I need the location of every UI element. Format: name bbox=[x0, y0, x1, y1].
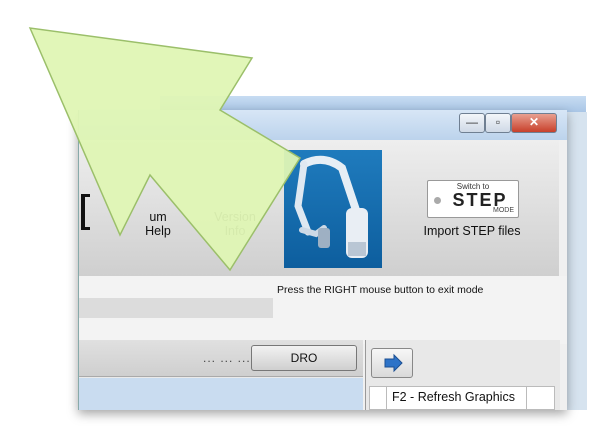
switch-to-step-mode-logo[interactable]: Switch to STEP MODE bbox=[427, 180, 519, 218]
graphics-area[interactable] bbox=[79, 378, 363, 410]
f2-row-divider bbox=[386, 387, 387, 409]
measuring-arm-icon bbox=[294, 155, 368, 258]
version-label-line2: Info bbox=[224, 224, 246, 238]
help-label-line2: Help bbox=[145, 224, 171, 238]
version-label-line1: Version bbox=[214, 210, 256, 224]
f2-label: F2 - Refresh Graphics bbox=[392, 390, 515, 404]
help-label-line1: um bbox=[149, 210, 167, 224]
close-button[interactable]: ✕ bbox=[511, 113, 557, 133]
step-logo-bottom-text: MODE bbox=[493, 207, 514, 214]
help-ribbon-button[interactable]: um Help bbox=[133, 210, 183, 238]
dro-button[interactable]: DRO bbox=[251, 345, 357, 371]
measuring-arm-button[interactable] bbox=[284, 150, 382, 268]
import-step-files-label: Import STEP files bbox=[423, 224, 521, 238]
step-logo-dot bbox=[434, 197, 441, 204]
right-arrow-button[interactable] bbox=[371, 348, 413, 378]
f2-refresh-graphics-item[interactable]: F2 - Refresh Graphics bbox=[369, 386, 555, 410]
app-window: — ▫ ✕ um Help Version Info Switch to STE… bbox=[78, 110, 567, 410]
blue-right-arrow-icon bbox=[384, 353, 403, 373]
f2-row-divider-right bbox=[526, 387, 527, 409]
window-titlebar: — ▫ ✕ bbox=[79, 110, 567, 140]
toolbar-dots[interactable]: ... ... ... bbox=[203, 351, 251, 365]
minimize-button[interactable]: — bbox=[459, 113, 485, 133]
ribbon: um Help Version Info Switch to STEP MODE… bbox=[79, 140, 559, 277]
background-window-edge bbox=[566, 112, 587, 410]
maximize-button[interactable]: ▫ bbox=[485, 113, 511, 133]
version-info-button[interactable]: Version Info bbox=[203, 210, 267, 238]
bracket-icon bbox=[81, 194, 90, 230]
status-gray-bar bbox=[79, 298, 273, 318]
status-message: Press the RIGHT mouse button to exit mod… bbox=[277, 284, 484, 296]
